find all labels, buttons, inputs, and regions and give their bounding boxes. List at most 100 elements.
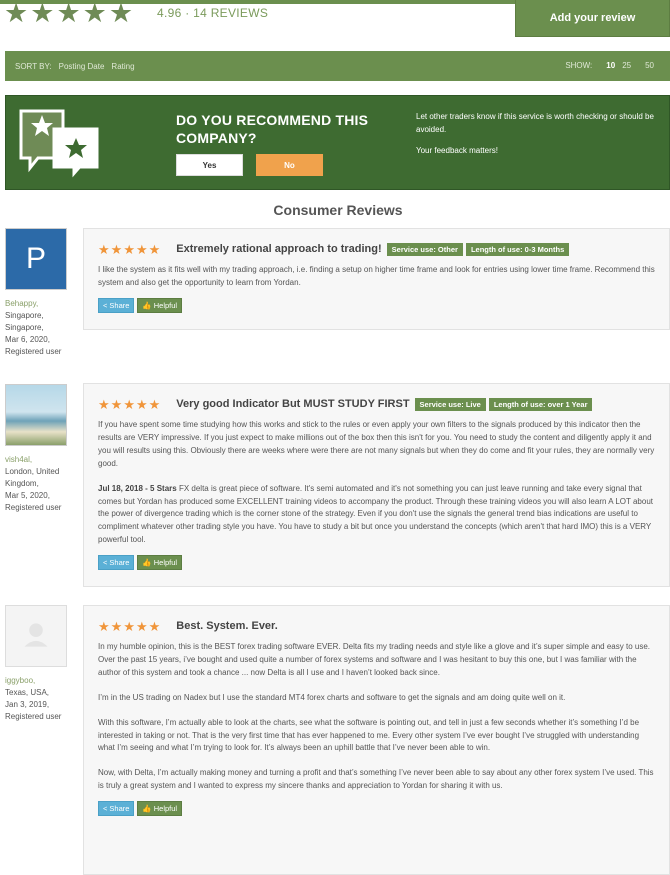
review-update-date: Jul 18, 2018 - 5 Stars	[98, 483, 177, 493]
review-paragraph: I’m in the US trading on Nadex but I use…	[98, 692, 566, 702]
show-option-50[interactable]: 50	[645, 61, 654, 70]
review-paragraph: I like the system as it fits well with m…	[98, 265, 655, 287]
star-icon: ★	[110, 396, 123, 412]
avatar: P	[5, 228, 67, 290]
star-icon: ★	[135, 618, 148, 634]
speech-bubbles-star-icon	[19, 109, 99, 178]
helpful-label: Helpful	[153, 300, 178, 310]
sort-option-posting-date[interactable]: Posting Date	[59, 62, 105, 71]
sort-by-label: SORT BY:	[15, 61, 52, 71]
review-body: If you have spent some time studying how…	[98, 419, 655, 547]
reviewer-info: iggyboo, Texas, USA, Jan 3, 2019, Regist…	[5, 605, 75, 723]
share-label: Share	[109, 804, 130, 814]
show-label: SHOW:	[565, 61, 593, 70]
star-icon: ★	[4, 0, 29, 28]
star-icon: ★	[98, 241, 110, 257]
share-icon: <	[103, 558, 108, 568]
star-icon: ★	[135, 396, 148, 412]
reviewer-name[interactable]: vish4al,	[5, 454, 75, 466]
no-button[interactable]: No	[256, 154, 323, 176]
review-body: In my humble opinion, this is the BEST f…	[98, 641, 655, 793]
share-icon: <	[103, 300, 108, 310]
reviewer-location: London, United Kingdom,	[5, 467, 60, 488]
star-icon: ★	[148, 396, 161, 412]
review-paragraph: With this software, I’m actually able to…	[98, 717, 640, 753]
reviewer-name[interactable]: iggyboo,	[5, 675, 75, 687]
share-button[interactable]: < Share	[98, 555, 135, 571]
review-title: Best. System. Ever.	[176, 620, 278, 632]
review-stars: ★ ★ ★ ★ ★	[98, 398, 160, 411]
star-icon: ★	[123, 241, 135, 257]
review-paragraph: In my humble opinion, this is the BEST f…	[98, 642, 650, 677]
overall-stars: ★ ★ ★ ★ ★	[4, 0, 134, 28]
star-icon: ★	[135, 241, 148, 257]
show-option-10[interactable]: 10	[606, 61, 615, 70]
default-user-icon	[24, 623, 48, 647]
thumbs-up-icon: 👍	[142, 804, 152, 814]
yes-button[interactable]: Yes	[176, 154, 243, 176]
sort-option-rating[interactable]: Rating	[111, 62, 134, 71]
section-title: Consumer Reviews	[273, 202, 403, 218]
share-button[interactable]: < Share	[98, 801, 135, 817]
helpful-button[interactable]: 👍 Helpful	[137, 555, 183, 571]
avatar	[5, 605, 67, 667]
reviewer-info: vish4al, London, United Kingdom, Mar 5, …	[5, 384, 75, 514]
reviewer-name[interactable]: Behappy,	[5, 298, 75, 310]
review-title: Very good Indicator But MUST STUDY FIRST	[176, 398, 410, 410]
review-card: ★ ★ ★ ★ ★ Best. System. Ever. In my humble o…	[83, 605, 670, 875]
rating-summary: 4.96 · 14 REVIEWS	[157, 6, 269, 20]
helpful-button[interactable]: 👍 Helpful	[137, 297, 183, 313]
star-icon: ★	[56, 0, 81, 28]
review-paragraph: If you have spent some time studying how…	[98, 420, 655, 468]
review-body: I like the system as it fits well with m…	[98, 264, 655, 290]
review-card: ★ ★ ★ ★ ★ Extremely rational approach to tra…	[83, 228, 670, 330]
review-card: ★ ★ ★ ★ ★ Very good Indicator But MUST STUDY…	[83, 383, 670, 587]
feedback-matters-text: Your feedback matters!	[416, 146, 498, 155]
thumbs-up-icon: 👍	[142, 300, 152, 310]
recommend-panel: DO YOU RECOMMEND THIS COMPANY? Yes No Le…	[5, 95, 670, 190]
recommend-note: Let other traders know if this service i…	[416, 110, 666, 157]
star-icon: ★	[110, 241, 123, 257]
star-icon: ★	[30, 0, 55, 28]
show-count-selector: SHOW: 10 25 50	[565, 61, 661, 70]
star-icon: ★	[148, 241, 161, 257]
thumbs-up-icon: 👍	[142, 558, 152, 568]
helpful-label: Helpful	[153, 558, 178, 568]
review-date: Mar 5, 2020,	[5, 491, 50, 500]
sort-bar: SORT BY: Posting Date Rating SHOW: 10 25…	[5, 51, 670, 81]
helpful-button[interactable]: 👍 Helpful	[137, 801, 183, 817]
star-icon: ★	[123, 618, 135, 634]
star-icon: ★	[110, 618, 123, 634]
review-paragraph: Jul 18, 2018 - 5 Stars FX delta is great…	[98, 483, 655, 548]
reviewer-status: Registered user	[5, 347, 62, 356]
star-icon: ★	[148, 618, 161, 634]
reviewer-status: Registered user	[5, 503, 62, 512]
star-icon: ★	[98, 396, 110, 412]
review-date: Jan 3, 2019,	[5, 700, 50, 709]
add-review-button[interactable]: Add your review	[515, 0, 670, 37]
service-use-badge: Service use: Other	[386, 242, 463, 256]
reviewer-info: P Behappy, Singapore, Singapore, Mar 6, …	[5, 228, 75, 358]
share-button[interactable]: < Share	[98, 297, 135, 313]
avatar	[5, 384, 67, 446]
recommend-note-text: Let other traders know if this service i…	[416, 112, 654, 134]
recommend-question: DO YOU RECOMMEND THIS COMPANY?	[176, 112, 369, 146]
review-date: Mar 6, 2020,	[5, 335, 50, 344]
review-stars: ★ ★ ★ ★ ★	[98, 620, 160, 633]
review-update-text: FX delta is great piece of software. It'…	[98, 483, 653, 545]
review-title: Extremely rational approach to trading!	[176, 243, 382, 255]
star-icon: ★	[82, 0, 107, 28]
service-use-badge: Service use: Live	[414, 397, 486, 411]
reviewer-location: Texas, USA,	[5, 688, 50, 697]
star-icon: ★	[98, 618, 110, 634]
show-option-25[interactable]: 25	[622, 61, 631, 70]
reviewer-status: Registered user	[5, 712, 62, 721]
review-stars: ★ ★ ★ ★ ★	[98, 243, 160, 256]
star-icon: ★	[123, 396, 135, 412]
share-label: Share	[109, 300, 130, 310]
helpful-label: Helpful	[153, 804, 178, 814]
length-of-use-badge: Length of use: over 1 Year	[488, 397, 593, 411]
share-label: Share	[109, 558, 130, 568]
review-paragraph: Now, with Delta, I’m actually making mon…	[98, 768, 654, 791]
star-icon: ★	[108, 0, 134, 28]
